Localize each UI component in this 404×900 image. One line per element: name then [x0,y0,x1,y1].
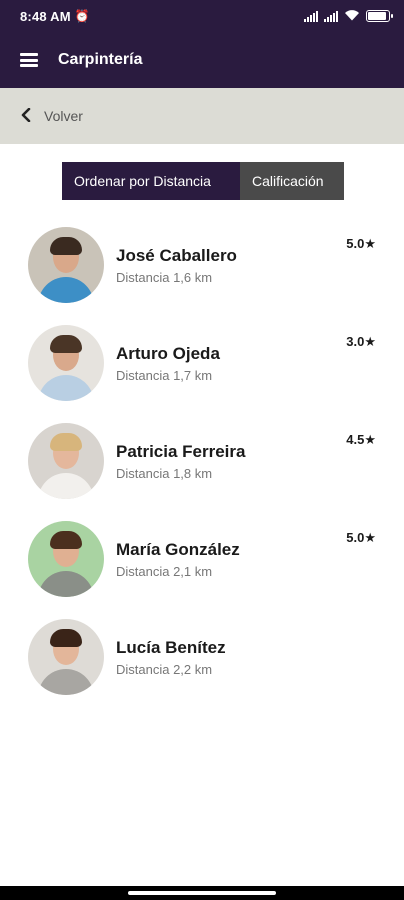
list-item[interactable]: Lucía Benítez Distancia 2,2 km [0,608,404,706]
home-gesture-handle[interactable] [128,891,276,895]
professional-distance: Distancia 2,2 km [116,661,213,677]
signal-icon [304,10,318,22]
wifi-icon [344,9,360,24]
avatar [28,521,104,597]
rating-badge: 4.5★ [346,432,376,447]
item-info: Lucía Benítez Distancia 2,2 km [116,638,376,677]
status-icons [304,9,393,24]
list-item[interactable]: Patricia Ferreira Distancia 1,8 km 4.5★ [0,412,404,510]
professional-distance: Distancia 1,7 km [116,367,213,383]
page-title: Carpintería [58,51,143,68]
sort-toggle: Ordenar por Distancia Calificación [62,162,344,200]
back-button[interactable]: Volver [0,88,404,144]
alarm-clock-icon: ⏰ [74,9,90,23]
rating-badge: 5.0★ [346,236,376,251]
rating-badge: 3.0★ [346,334,376,349]
sort-by-rating-button[interactable]: Calificación [240,162,344,200]
system-nav-bar [0,886,404,900]
professional-name: María González [116,539,240,559]
list-item[interactable]: Arturo Ojeda Distancia 1,7 km 3.0★ [0,314,404,412]
professional-name: José Caballero [116,245,237,265]
back-label: Volver [44,108,83,124]
battery-icon [366,10,393,22]
professional-list: José Caballero Distancia 1,6 km 5.0★ Art… [0,216,404,706]
item-info: José Caballero Distancia 1,6 km [116,246,376,285]
battery-level [368,12,386,20]
professional-distance: Distancia 2,1 km [116,563,213,579]
signal-icon-2 [324,10,338,22]
professional-name: Patricia Ferreira [116,441,246,461]
rating-badge: 5.0★ [346,530,376,545]
avatar [28,423,104,499]
status-time: 8:48 AM [20,8,71,24]
chevron-left-icon [20,106,32,127]
avatar [28,325,104,401]
hamburger-menu-icon[interactable] [20,53,38,67]
item-info: María González Distancia 2,1 km [116,540,376,579]
avatar [28,619,104,695]
app-bar: Carpintería [0,32,404,88]
professional-distance: Distancia 1,8 km [116,465,213,481]
professional-name: Lucía Benítez [116,637,226,657]
avatar [28,227,104,303]
item-info: Arturo Ojeda Distancia 1,7 km [116,344,376,383]
list-item[interactable]: María González Distancia 2,1 km 5.0★ [0,510,404,608]
professional-distance: Distancia 1,6 km [116,269,213,285]
professional-name: Arturo Ojeda [116,343,220,363]
sort-by-distance-button[interactable]: Ordenar por Distancia [62,162,240,200]
list-item[interactable]: José Caballero Distancia 1,6 km 5.0★ [0,216,404,314]
status-bar: 8:48 AM ⏰ [0,0,404,32]
item-info: Patricia Ferreira Distancia 1,8 km [116,442,376,481]
